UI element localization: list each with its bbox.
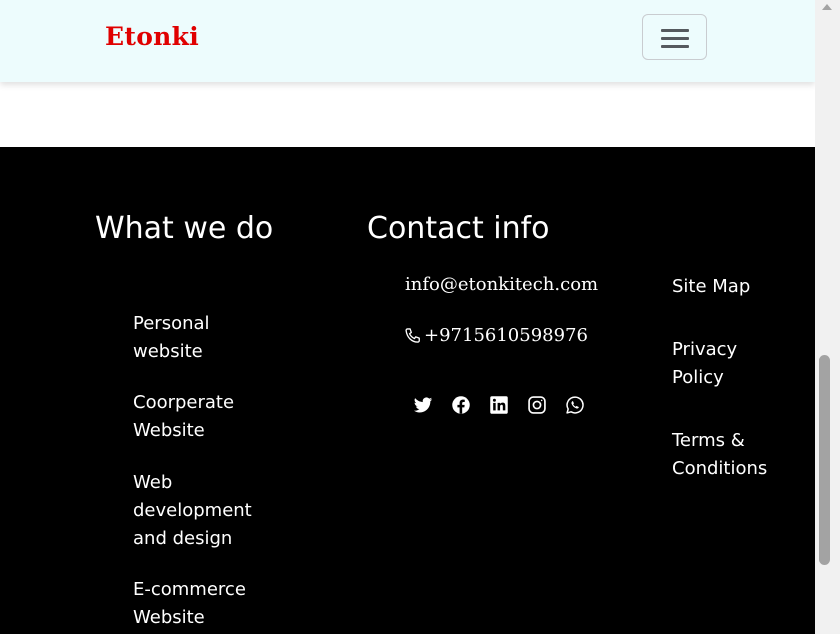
navbar-toggler-button[interactable]	[642, 14, 707, 60]
footer-link-site-map[interactable]: Site Map	[672, 273, 792, 301]
scrollbar-thumb[interactable]	[819, 355, 830, 565]
what-we-do-title: What we do	[95, 211, 274, 246]
contact-info-title: Contact info	[367, 211, 550, 246]
scroll-up-arrow-icon[interactable]	[822, 4, 832, 10]
footer-link-terms-conditions[interactable]: Terms & Conditions	[672, 427, 792, 483]
service-link-personal-website[interactable]: Personal website	[133, 310, 263, 366]
service-link-web-development[interactable]: Web development and design	[133, 469, 263, 553]
facebook-icon[interactable]	[451, 395, 471, 415]
footer-link-privacy-policy[interactable]: Privacy Policy	[672, 336, 792, 392]
instagram-icon[interactable]	[527, 395, 547, 415]
twitter-icon[interactable]	[413, 395, 433, 415]
phone-icon	[405, 328, 420, 343]
page-viewport: Etonki What we do Personal website Coorp…	[0, 0, 815, 634]
service-link-ecommerce-website[interactable]: E-commerce Website	[133, 576, 263, 632]
navbar: Etonki	[0, 0, 815, 82]
linkedin-icon[interactable]	[489, 395, 509, 415]
contact-phone[interactable]: +9715610598976	[403, 324, 588, 348]
contact-email-text: info@etonkitech.com	[405, 274, 599, 295]
service-link-corporate-website[interactable]: Coorperate Website	[133, 389, 263, 445]
contact-phone-text: +9715610598976	[424, 325, 588, 346]
social-links	[413, 395, 585, 415]
site-footer: What we do Personal website Coorperate W…	[0, 147, 815, 634]
contact-email[interactable]: info@etonkitech.com	[405, 273, 598, 297]
whatsapp-icon[interactable]	[565, 395, 585, 415]
brand-logo[interactable]: Etonki	[105, 22, 199, 51]
